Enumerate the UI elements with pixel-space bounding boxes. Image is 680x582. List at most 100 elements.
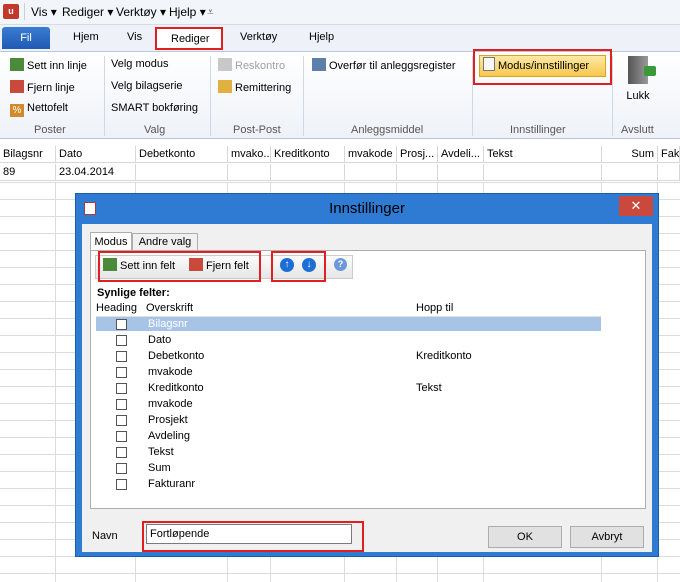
divider — [24, 3, 25, 20]
field-name[interactable]: Tekst — [148, 446, 174, 458]
grid-header-mvakode-2[interactable]: mvakode — [345, 146, 397, 163]
overfor-anleggsregister-button[interactable]: Overfør til anleggsregister — [312, 58, 456, 72]
group-separator — [210, 56, 211, 136]
group-separator — [612, 56, 613, 136]
grid-cell[interactable] — [658, 164, 680, 181]
heading-checkbox[interactable] — [116, 399, 127, 410]
grid-header-sum[interactable]: Sum — [602, 146, 658, 163]
move-down-icon[interactable]: ↓ — [302, 258, 316, 272]
heading-checkbox[interactable] — [116, 415, 127, 426]
reskontro-button[interactable]: Reskontro — [218, 58, 285, 72]
field-name[interactable]: Bilagsnr — [148, 318, 188, 330]
tab-vis[interactable]: Vis — [127, 31, 142, 43]
fjern-felt-button[interactable]: Fjern felt — [189, 258, 249, 272]
grid-cell[interactable] — [136, 164, 228, 181]
delete-row-icon — [10, 80, 24, 93]
dialog-body: Modus Andre valg Sett inn felt Fjern fel… — [82, 224, 652, 552]
menu-verktoy[interactable]: Verktøy ▾ — [116, 5, 166, 19]
grid-cell[interactable] — [484, 164, 602, 181]
sett-inn-felt-button[interactable]: Sett inn felt — [103, 258, 175, 272]
menu-hjelp[interactable]: Hjelp ▾ — [169, 5, 206, 19]
group-label-valg: Valg — [144, 124, 166, 136]
grid-header-debetkonto[interactable]: Debetkonto — [136, 146, 228, 163]
heading-checkbox[interactable] — [116, 431, 127, 442]
tab-rediger[interactable]: Rediger — [155, 27, 223, 50]
heading-checkbox[interactable] — [116, 319, 127, 330]
velg-bilagserie-button[interactable]: Velg bilagserie — [111, 80, 183, 92]
navn-input[interactable] — [146, 524, 352, 544]
ribbon: Sett inn linje Fjern linje % Nettofelt Po… — [0, 49, 680, 139]
heading-checkbox[interactable] — [116, 383, 127, 394]
field-name[interactable]: Dato — [148, 334, 171, 346]
menu-rediger[interactable]: Rediger ▾ — [62, 5, 113, 19]
fjern-linje-button[interactable]: Fjern linje — [10, 80, 75, 94]
customize-qat-icon[interactable]: ⩡ — [207, 5, 214, 20]
tab-fil[interactable]: Fil — [2, 27, 50, 49]
field-name[interactable]: Debetkonto — [148, 350, 204, 362]
field-name[interactable]: mvakode — [148, 398, 193, 410]
field-name[interactable]: mvakode — [148, 366, 193, 378]
field-name[interactable]: Avdeling — [148, 430, 190, 442]
heading-checkbox[interactable] — [116, 335, 127, 346]
close-icon[interactable]: ✕ — [619, 196, 653, 216]
menu-vis[interactable]: Vis ▾ — [31, 5, 57, 19]
grid-header-prosjekt[interactable]: Prosj... — [397, 146, 438, 163]
sett-inn-linje-button[interactable]: Sett inn linje — [10, 58, 87, 72]
tab-verktoy[interactable]: Verktøy — [240, 31, 277, 43]
group-label-post-post: Post-Post — [233, 124, 281, 136]
grid-cell[interactable] — [438, 164, 484, 181]
tab-modus[interactable]: Modus — [90, 232, 132, 252]
settings-doc-icon — [483, 57, 495, 71]
grid-header-bilagsnr[interactable]: Bilagsnr — [0, 146, 56, 163]
insert-row-icon — [10, 58, 24, 71]
insert-field-icon — [103, 258, 117, 271]
column-heading: Heading — [96, 302, 137, 314]
heading-checkbox[interactable] — [116, 447, 127, 458]
column-overskrift: Overskrift — [146, 302, 194, 314]
ok-button[interactable]: OK — [488, 526, 562, 548]
grid-cell-bilagsnr[interactable]: 89 — [0, 164, 56, 181]
grid-header-dato[interactable]: Dato — [56, 146, 136, 163]
remittering-button[interactable]: Remittering — [218, 80, 291, 94]
field-list: Heading Overskrift Hopp til Bilagsnr Dato… — [96, 301, 601, 503]
field-name[interactable]: Prosjekt — [148, 414, 188, 426]
grid-cell[interactable] — [397, 164, 438, 181]
grid-header-fakturanr[interactable]: Fak — [658, 146, 680, 163]
grid-cell[interactable] — [602, 164, 658, 181]
grid-cell[interactable] — [271, 164, 345, 181]
heading-checkbox[interactable] — [116, 351, 127, 362]
field-hopp-til[interactable]: Tekst — [416, 382, 442, 394]
help-icon[interactable]: ? — [334, 258, 347, 271]
grid-header-kreditkonto[interactable]: Kreditkonto — [271, 146, 345, 163]
grid-header-mvakode[interactable]: mvako... — [228, 146, 271, 163]
quick-access-bar: u Vis ▾ Rediger ▾ Verktøy ▾ Hjelp ▾ ⩡ — [0, 0, 680, 25]
group-label-anleggsmiddel: Anleggsmiddel — [351, 124, 424, 136]
grid-cell[interactable] — [228, 164, 271, 181]
grid-cell-dato[interactable]: 23.04.2014 — [56, 164, 136, 181]
tab-hjem[interactable]: Hjem — [73, 31, 99, 43]
exit-door-icon — [628, 56, 656, 84]
grid-header-avdeling[interactable]: Avdeli... — [438, 146, 484, 163]
smart-bokforing-button[interactable]: SMART bokføring — [111, 102, 198, 114]
lukk-label: Lukk — [626, 90, 650, 102]
field-name[interactable]: Kreditkonto — [148, 382, 204, 394]
ribbon-tab-bar: Fil Hjem Vis Verktøy Hjelp — [0, 25, 680, 52]
velg-modus-button[interactable]: Velg modus — [111, 58, 168, 70]
modus-innstillinger-button[interactable]: Modus/innstillinger — [479, 55, 606, 77]
tab-andre-valg[interactable]: Andre valg — [132, 233, 198, 251]
avbryt-button[interactable]: Avbryt — [570, 526, 644, 548]
heading-checkbox[interactable] — [116, 367, 127, 378]
field-name[interactable]: Sum — [148, 462, 171, 474]
heading-checkbox[interactable] — [116, 479, 127, 490]
field-name[interactable]: Fakturanr — [148, 478, 195, 490]
lukk-button[interactable]: Lukk — [620, 54, 656, 108]
app-logo-icon[interactable]: u — [3, 4, 19, 19]
heading-checkbox[interactable] — [116, 463, 127, 474]
tab-hjelp[interactable]: Hjelp — [309, 31, 334, 43]
nettofelt-button[interactable]: % Nettofelt — [10, 102, 68, 117]
field-hopp-til[interactable]: Kreditkonto — [416, 350, 472, 362]
grid-cell[interactable] — [345, 164, 397, 181]
remittering-icon — [218, 80, 232, 93]
grid-header-tekst[interactable]: Tekst — [484, 146, 602, 163]
move-up-icon[interactable]: ↑ — [280, 258, 294, 272]
